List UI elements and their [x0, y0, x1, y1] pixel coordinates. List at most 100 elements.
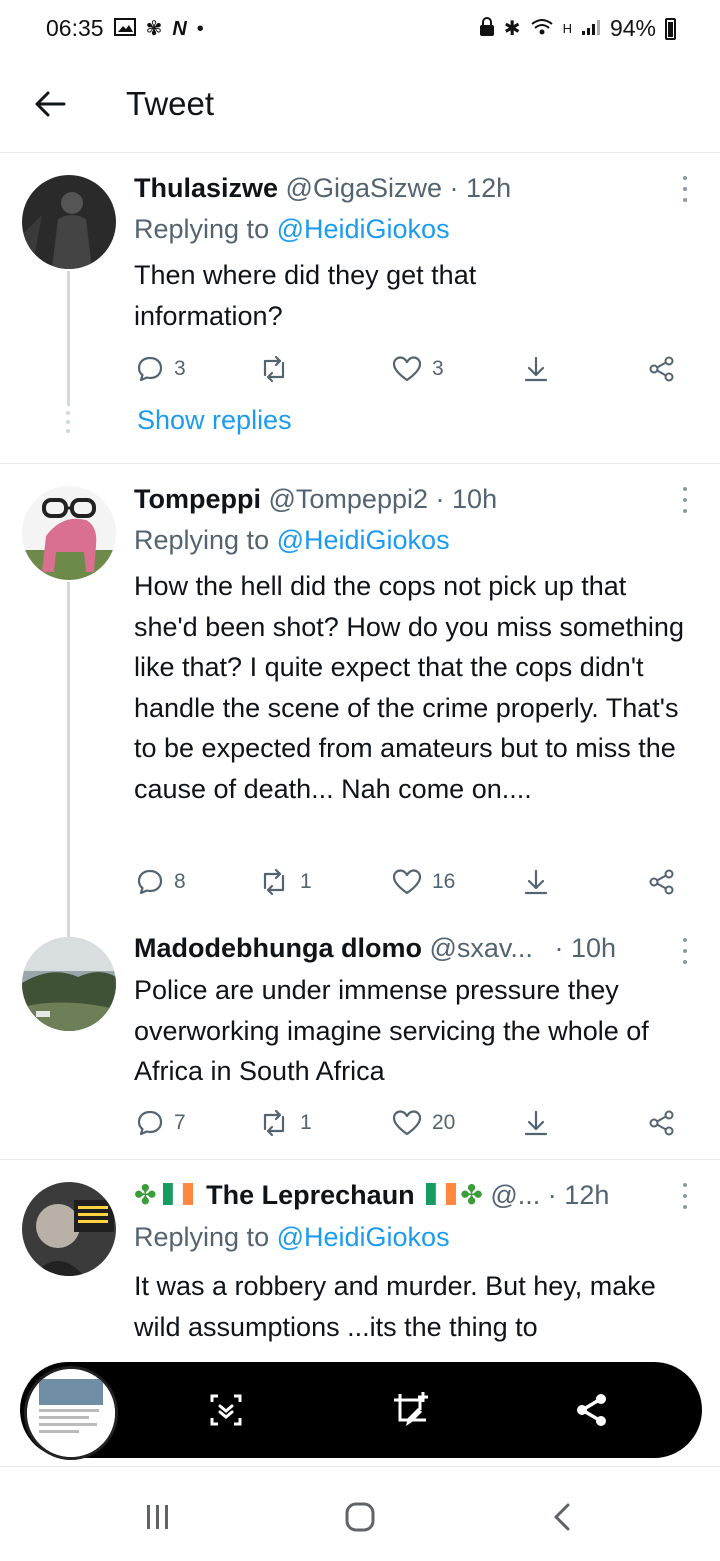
screenshot-toolbar: [20, 1362, 702, 1460]
bookmark-button[interactable]: [522, 349, 550, 389]
avatar[interactable]: [22, 1182, 116, 1276]
replying-to: Replying to @HeidiGiokos: [134, 214, 450, 245]
home-button[interactable]: [340, 1497, 380, 1537]
share-icon: [577, 1394, 606, 1426]
reply-count: 8: [174, 870, 186, 893]
share-button[interactable]: [648, 349, 676, 389]
separator-dot: ·: [554, 933, 564, 963]
battery-percent: 94%: [609, 15, 656, 41]
reply-count: 3: [174, 357, 186, 380]
display-name[interactable]: Thulasizwe: [134, 173, 278, 203]
back-arrow-icon: [35, 91, 66, 117]
tweet-meta: ✤ The Leprechaun ✤ @... · 12h: [134, 1180, 609, 1212]
tweet-time: 12h: [564, 1180, 610, 1210]
fan-notification-icon: ✾: [145, 17, 163, 40]
tweet-text: Police are under immense pressure they o…: [134, 975, 649, 1086]
replying-to-label: Replying to: [134, 1222, 277, 1252]
bookmark-button[interactable]: [522, 1103, 550, 1143]
tweet-time: 12h: [466, 173, 512, 203]
gallery-notification-icon: [113, 17, 136, 40]
thread-line: [67, 271, 70, 406]
like-button[interactable]: 20: [392, 1103, 455, 1143]
user-handle[interactable]: @...: [490, 1180, 540, 1210]
share-button[interactable]: [648, 862, 676, 902]
system-navigation-bar: [0, 1466, 720, 1561]
user-handle[interactable]: @sxav...: [430, 933, 533, 963]
show-replies-link[interactable]: Show replies: [137, 405, 292, 436]
display-name[interactable]: The Leprechaun: [206, 1180, 415, 1210]
retweet-button[interactable]: 1: [258, 1103, 312, 1143]
like-count: 3: [432, 357, 444, 380]
heart-icon: [392, 869, 422, 895]
retweet-icon: [263, 1109, 285, 1137]
irish-flag-icon: [162, 1181, 193, 1212]
like-button[interactable]: 3: [392, 349, 444, 389]
replying-to-mention[interactable]: @HeidiGiokos: [277, 214, 450, 244]
replying-to-mention[interactable]: @HeidiGiokos: [277, 525, 450, 555]
download-arrow-icon: [524, 1110, 548, 1136]
screenshot-thumbnail[interactable]: [24, 1366, 118, 1460]
thread-line: [67, 582, 70, 937]
tweet-actions: 8 1 16: [134, 862, 694, 902]
irish-flag-icon: [426, 1181, 457, 1212]
tweet-meta: Thulasizwe @GigaSizwe · 12h: [134, 173, 511, 204]
n-notification-icon: N: [172, 17, 187, 40]
tweet-2[interactable]: Tompeppi @Tompeppi2 · 10h Replying to @H…: [0, 463, 720, 937]
more-options-icon[interactable]: [680, 176, 690, 202]
tweet-meta: Tompeppi @Tompeppi2 · 10h: [134, 484, 497, 515]
retweet-button[interactable]: 1: [258, 862, 312, 902]
share-screenshot-button[interactable]: [568, 1386, 616, 1434]
user-handle[interactable]: @GigaSizwe: [286, 173, 442, 203]
tweet-1[interactable]: Thulasizwe @GigaSizwe · 12h Replying to …: [0, 153, 720, 463]
more-options-icon[interactable]: [680, 1183, 690, 1209]
retweet-button[interactable]: [258, 349, 300, 389]
separator-dot: ·: [435, 484, 445, 514]
more-options-icon[interactable]: [680, 487, 690, 513]
reply-button[interactable]: 8: [136, 862, 186, 902]
speech-bubble-icon: [137, 1110, 163, 1136]
like-button[interactable]: 16: [392, 862, 455, 902]
share-icon: [649, 1110, 674, 1136]
edit-screenshot-button[interactable]: [386, 1386, 434, 1434]
share-button[interactable]: [648, 1103, 676, 1143]
battery-icon: [665, 17, 676, 40]
download-arrow-icon: [524, 356, 548, 382]
separator-dot: ·: [449, 173, 459, 203]
user-handle[interactable]: @Tompeppi2: [269, 484, 429, 514]
app-header: Tweet: [0, 60, 720, 153]
tweet-actions: 7 1 20: [134, 1103, 694, 1143]
wifi-icon: [530, 18, 554, 40]
replying-to: Replying to @HeidiGiokos: [134, 1222, 450, 1253]
back-chevron-icon: [554, 1503, 570, 1531]
recent-apps-button[interactable]: [138, 1497, 178, 1537]
replying-to-mention[interactable]: @HeidiGiokos: [277, 1222, 450, 1252]
heart-icon: [392, 1110, 422, 1136]
more-options-icon[interactable]: [680, 938, 690, 964]
reply-button[interactable]: 7: [136, 1103, 186, 1143]
reply-button[interactable]: 3: [136, 349, 186, 389]
replying-to-label: Replying to: [134, 214, 277, 244]
avatar[interactable]: [22, 175, 116, 269]
avatar[interactable]: [22, 937, 116, 1031]
back-button[interactable]: [28, 82, 72, 126]
dot-notification-icon: •: [196, 17, 204, 40]
retweet-count: 1: [300, 870, 312, 893]
status-time: 06:35: [46, 15, 104, 41]
display-name[interactable]: Tompeppi: [134, 484, 261, 514]
reply-count: 7: [174, 1111, 186, 1134]
replying-to-label: Replying to: [134, 525, 277, 555]
display-name[interactable]: Madodebhunga dlomo: [134, 933, 422, 963]
retweet-count: 1: [300, 1111, 312, 1134]
tweet-4[interactable]: ✤ The Leprechaun ✤ @... · 12h Replying t…: [0, 1159, 720, 1390]
signal-icon: [581, 18, 601, 40]
bookmark-button[interactable]: [522, 862, 550, 902]
download-arrow-icon: [524, 869, 548, 895]
home-icon: [345, 1502, 375, 1532]
tweet-time: 10h: [570, 933, 617, 963]
tweet-3[interactable]: Madodebhunga dlomo @sxav... · 10h Police…: [0, 923, 720, 1159]
avatar[interactable]: [22, 486, 116, 580]
back-nav-button[interactable]: [542, 1497, 582, 1537]
like-count: 16: [432, 870, 456, 893]
scroll-capture-button[interactable]: [202, 1386, 250, 1434]
network-type-icon: H: [562, 21, 572, 36]
